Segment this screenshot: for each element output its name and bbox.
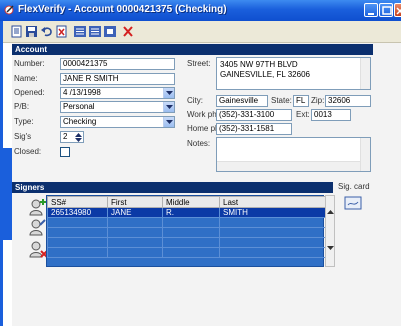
work-phone-field[interactable]: (352)-331-3100	[216, 109, 292, 121]
chevron-down-icon	[166, 105, 173, 109]
scroll-down-icon[interactable]	[327, 246, 334, 250]
closed-checkbox[interactable]	[60, 147, 70, 157]
city-label: City:	[187, 96, 203, 105]
opened-label: Opened:	[14, 88, 45, 97]
state-field[interactable]: FL	[293, 95, 309, 107]
type-value: Checking	[63, 117, 97, 126]
window-title: FlexVerify - Account 0000421375 (Checkin…	[18, 4, 227, 15]
notes-vscrollbar[interactable]	[360, 138, 370, 171]
chevron-down-icon	[166, 120, 173, 124]
empty-row[interactable]	[47, 217, 326, 228]
type-select[interactable]: Checking	[60, 116, 175, 128]
col-header-ssn[interactable]: SS#	[47, 196, 108, 208]
minimize-icon	[368, 13, 374, 15]
col-header-first[interactable]: First	[107, 196, 163, 208]
street-scrollbar[interactable]	[360, 58, 370, 89]
type-dropdown[interactable]	[163, 117, 174, 127]
app-icon	[4, 5, 14, 15]
maximize-icon	[382, 6, 392, 15]
window-frame-accent	[0, 148, 12, 240]
account-panel: Account Number: 0000421375 Name: JANE R …	[12, 43, 401, 326]
notes-label: Notes:	[187, 139, 211, 148]
empty-row[interactable]	[47, 227, 326, 238]
edit-signer-icon[interactable]	[28, 218, 48, 236]
street-line-2: GAINESVILLE, FL 32606	[220, 70, 310, 79]
account-section-header: Account	[12, 44, 373, 55]
chevron-down-icon	[166, 91, 173, 95]
close-icon	[396, 7, 401, 15]
minimize-button[interactable]	[364, 3, 378, 17]
delete-record-icon[interactable]	[55, 25, 69, 38]
signers-header-row: SS# First Middle Last	[47, 196, 326, 208]
empty-row[interactable]	[47, 237, 326, 248]
type-label: Type:	[14, 117, 34, 126]
closed-label: Closed:	[14, 147, 42, 156]
pb-dropdown[interactable]	[163, 102, 174, 112]
sig-card-icon[interactable]	[343, 194, 365, 212]
prev-record-icon[interactable]	[88, 25, 102, 38]
scroll-up-icon[interactable]	[327, 210, 334, 214]
add-signer-icon[interactable]	[28, 198, 48, 216]
close-window-button[interactable]	[394, 3, 401, 17]
signer-row[interactable]: 265134980 JANE R. SMITH	[47, 207, 326, 218]
pb-label: P/B:	[14, 102, 30, 111]
cancel-icon[interactable]	[121, 25, 135, 38]
zip-field[interactable]: 32606	[325, 95, 371, 107]
maximize-button[interactable]	[379, 3, 393, 17]
sigs-value: 2	[63, 132, 68, 141]
work-phone-label: Work ph:	[187, 110, 219, 119]
empty-row[interactable]	[47, 247, 326, 258]
title-bar: FlexVerify - Account 0000421375 (Checkin…	[0, 0, 401, 21]
street-label: Street:	[187, 59, 211, 68]
number-label: Number:	[14, 59, 45, 68]
signer-last[interactable]: SMITH	[219, 207, 326, 218]
sig-card-label: Sig. card	[338, 182, 370, 191]
name-field[interactable]: JANE R SMITH	[60, 73, 175, 85]
ext-label: Ext:	[296, 110, 310, 119]
pb-select[interactable]: Personal	[60, 101, 175, 113]
city-field[interactable]: Gainesville	[216, 95, 268, 107]
signers-scrollbar[interactable]	[325, 195, 335, 267]
notes-hscrollbar[interactable]	[217, 161, 360, 171]
opened-date-value: 4 /13/1998	[63, 88, 101, 97]
pb-value: Personal	[63, 102, 95, 111]
opened-date-dropdown[interactable]	[163, 88, 174, 98]
zip-label: Zip:	[311, 96, 325, 105]
sigs-label: Sig's	[14, 132, 32, 141]
remove-signer-icon[interactable]	[28, 240, 48, 258]
street-line-1: 3405 NW 97TH BLVD	[220, 60, 298, 69]
home-phone-field[interactable]: (352)-331-1581	[216, 123, 292, 135]
next-record-icon[interactable]	[103, 25, 117, 38]
first-record-icon[interactable]	[73, 25, 87, 38]
save-icon[interactable]	[25, 25, 39, 38]
number-field[interactable]: 0000421375	[60, 58, 175, 70]
toolbar	[3, 21, 401, 43]
signer-ssn[interactable]: 265134980	[47, 207, 108, 218]
col-header-middle[interactable]: Middle	[162, 196, 220, 208]
state-label: State:	[271, 96, 292, 105]
signers-grid: SS# First Middle Last 265134980 JANE R. …	[46, 195, 326, 267]
signer-middle[interactable]: R.	[162, 207, 220, 218]
signer-first[interactable]: JANE	[107, 207, 163, 218]
street-field[interactable]: 3405 NW 97TH BLVD GAINESVILLE, FL 32606	[216, 57, 371, 90]
ext-field[interactable]: 0013	[311, 109, 351, 121]
name-label: Name:	[14, 74, 38, 83]
col-header-last[interactable]: Last	[219, 196, 326, 208]
signers-section-header: Signers	[12, 182, 333, 193]
document-icon[interactable]	[10, 25, 24, 38]
sigs-stepper[interactable]: 2	[60, 131, 84, 143]
undo-icon[interactable]	[40, 25, 54, 38]
spinner-icon[interactable]	[75, 133, 82, 142]
opened-date-field[interactable]: 4 /13/1998	[60, 87, 175, 99]
notes-field[interactable]	[216, 137, 371, 172]
